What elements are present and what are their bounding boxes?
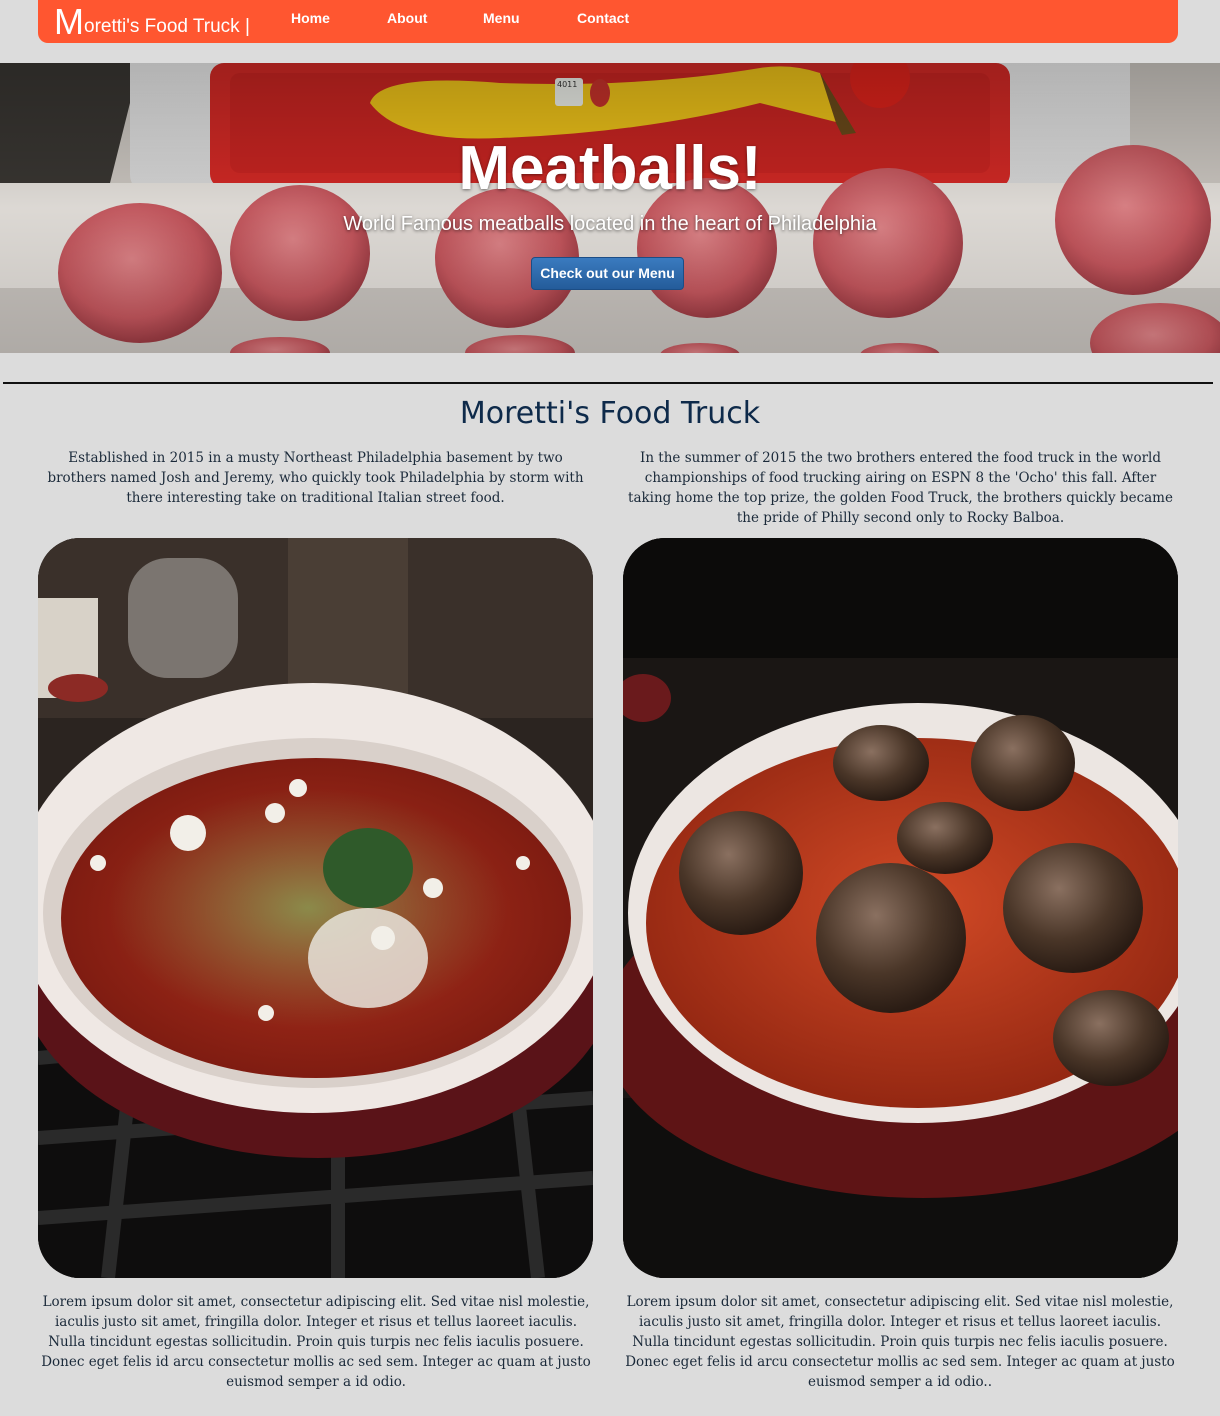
menu-cta-button[interactable]: Check out our Menu [531,257,684,290]
section-divider [3,382,1213,384]
brand-initial: M [54,1,84,42]
navbar: Moretti's Food Truck | Home About Menu C… [38,0,1178,43]
hero-meatballs-photo: 4011 [0,63,1220,353]
hero-banner: 4011 Meatballs! World Famous meatballs l… [0,63,1220,353]
nav-about[interactable]: About [387,0,427,36]
nav-home[interactable]: Home [291,0,330,36]
nav-contact[interactable]: Contact [577,0,629,36]
nav-menu[interactable]: Menu [483,0,520,36]
intro-left: Established in 2015 in a musty Northeast… [47,450,584,506]
section-title: Moretti's Food Truck [459,396,761,431]
caption-left: Lorem ipsum dolor sit amet, consectetur … [41,1294,591,1390]
caption-right: Lorem ipsum dolor sit amet, consectetur … [625,1294,1175,1390]
intro-right: In the summer of 2015 the two brothers e… [628,450,1173,526]
hero-title: Meatballs! [458,134,762,203]
brand-name: oretti's Food Truck | [84,16,250,37]
meatballs-photo [623,538,1178,1278]
sauce-photo [38,538,593,1278]
brand-logo[interactable]: Moretti's Food Truck | [54,0,250,43]
hero-subtitle: World Famous meatballs located in the he… [343,213,877,235]
